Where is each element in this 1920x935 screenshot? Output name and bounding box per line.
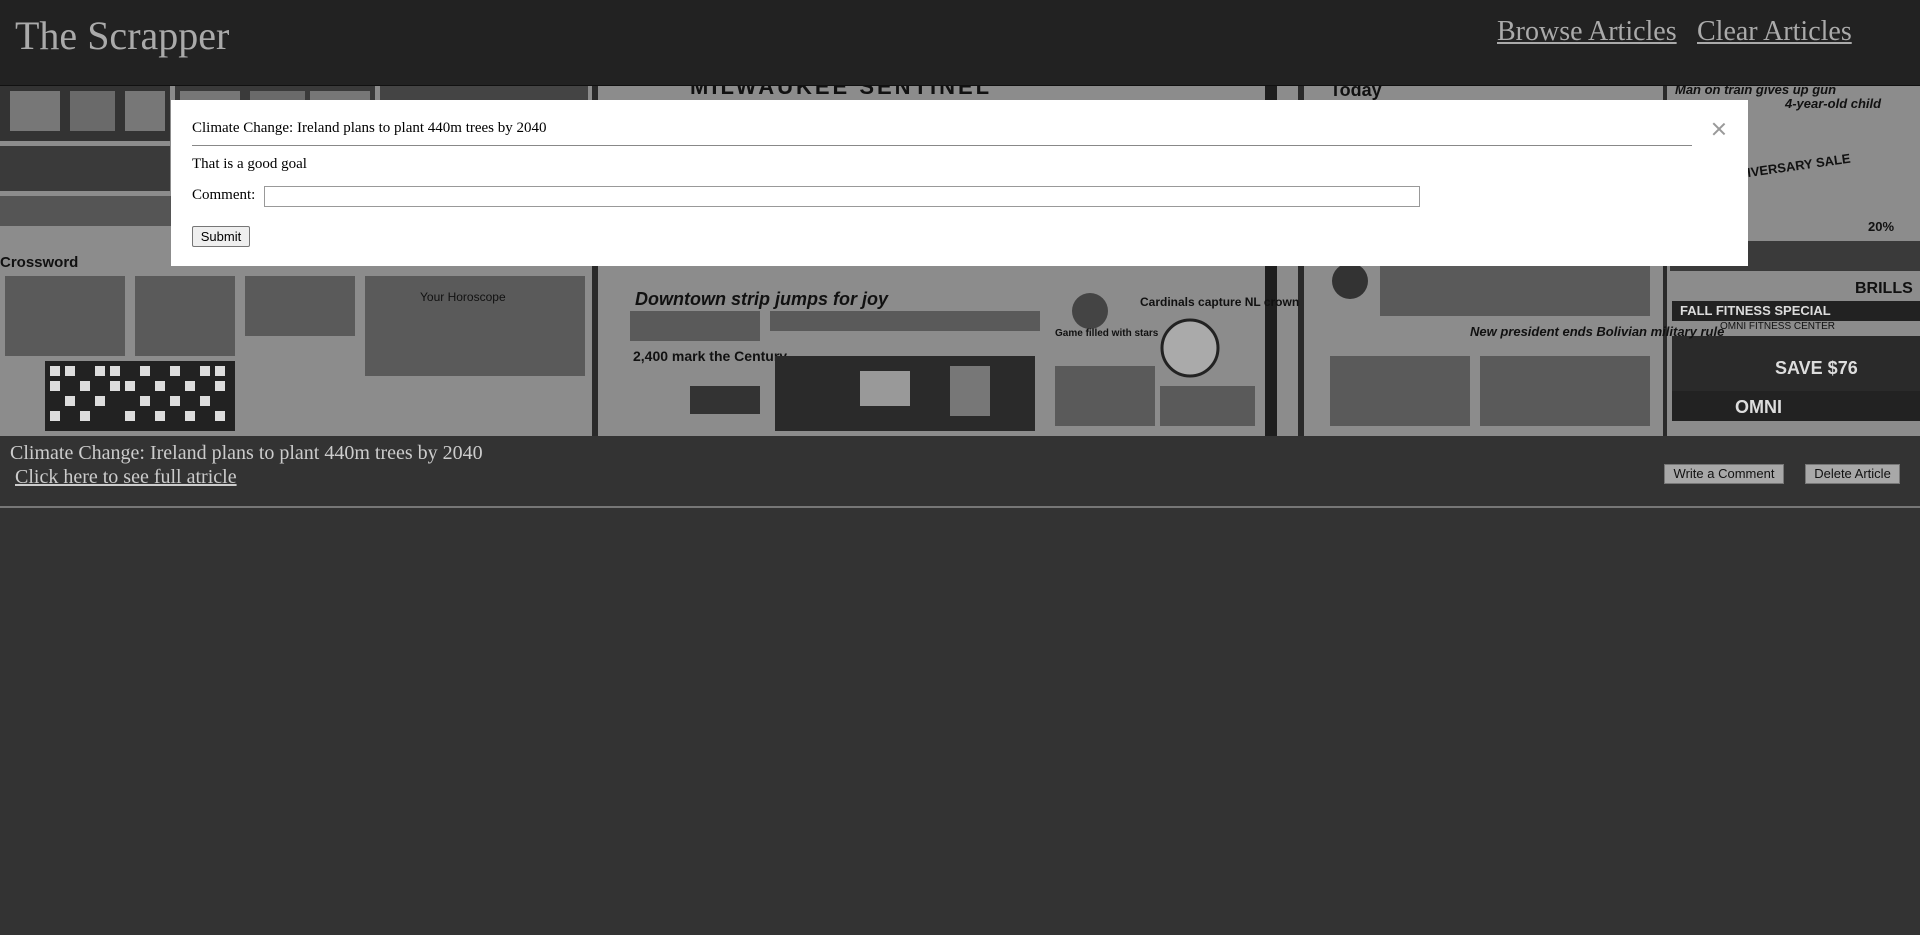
hero-headline: SAVE $76 — [1775, 358, 1858, 378]
existing-comment: That is a good goal — [192, 156, 307, 172]
hero-headline: 4-year-old child — [1784, 96, 1882, 111]
comment-input[interactable] — [264, 186, 1420, 207]
full-article-link[interactable]: Click here to see full atricle — [15, 466, 237, 489]
hero-headline: Today — [1330, 86, 1382, 100]
hero-headline: Your Horoscope — [420, 290, 506, 304]
hero-headline: BRILLS — [1855, 280, 1913, 297]
hero-headline: 2,400 mark the Century — [633, 348, 787, 364]
hero-headline: 20% — [1868, 219, 1894, 234]
hero-headline: New president ends Bolivian military rul… — [1470, 324, 1724, 339]
hero-headline: OMNI — [1735, 397, 1782, 417]
hero-headline: Crossword — [0, 254, 78, 271]
close-icon[interactable] — [1712, 122, 1726, 136]
hero-headline: Downtown strip jumps for joy — [635, 289, 889, 309]
write-comment-button[interactable]: Write a Comment — [1664, 464, 1784, 484]
submit-button[interactable]: Submit — [192, 226, 250, 247]
hero-headline: FALL FITNESS SPECIAL — [1680, 303, 1831, 318]
hero-headline: OMNI FITNESS CENTER — [1720, 321, 1835, 332]
site-title: The Scrapper — [15, 13, 230, 58]
comment-modal: Climate Change: Ireland plans to plant 4… — [171, 100, 1748, 266]
article-title: Climate Change: Ireland plans to plant 4… — [10, 442, 483, 464]
comment-label: Comment: — [192, 187, 256, 203]
modal-title: Climate Change: Ireland plans to plant 4… — [192, 120, 547, 136]
delete-article-button[interactable]: Delete Article — [1805, 464, 1900, 484]
hero-headline: MILWAUKEE SENTINEL — [690, 86, 992, 99]
site-header: The Scrapper Browse Articles Clear Artic… — [0, 0, 1920, 86]
nav-browse-articles[interactable]: Browse Articles — [1497, 16, 1677, 48]
modal-divider — [192, 145, 1692, 146]
nav-clear-articles[interactable]: Clear Articles — [1697, 16, 1852, 48]
hero-headline: Game filled with stars — [1055, 328, 1159, 339]
hero-headline: Cardinals capture NL crown — [1140, 295, 1299, 309]
article-item: Climate Change: Ireland plans to plant 4… — [0, 436, 1920, 508]
